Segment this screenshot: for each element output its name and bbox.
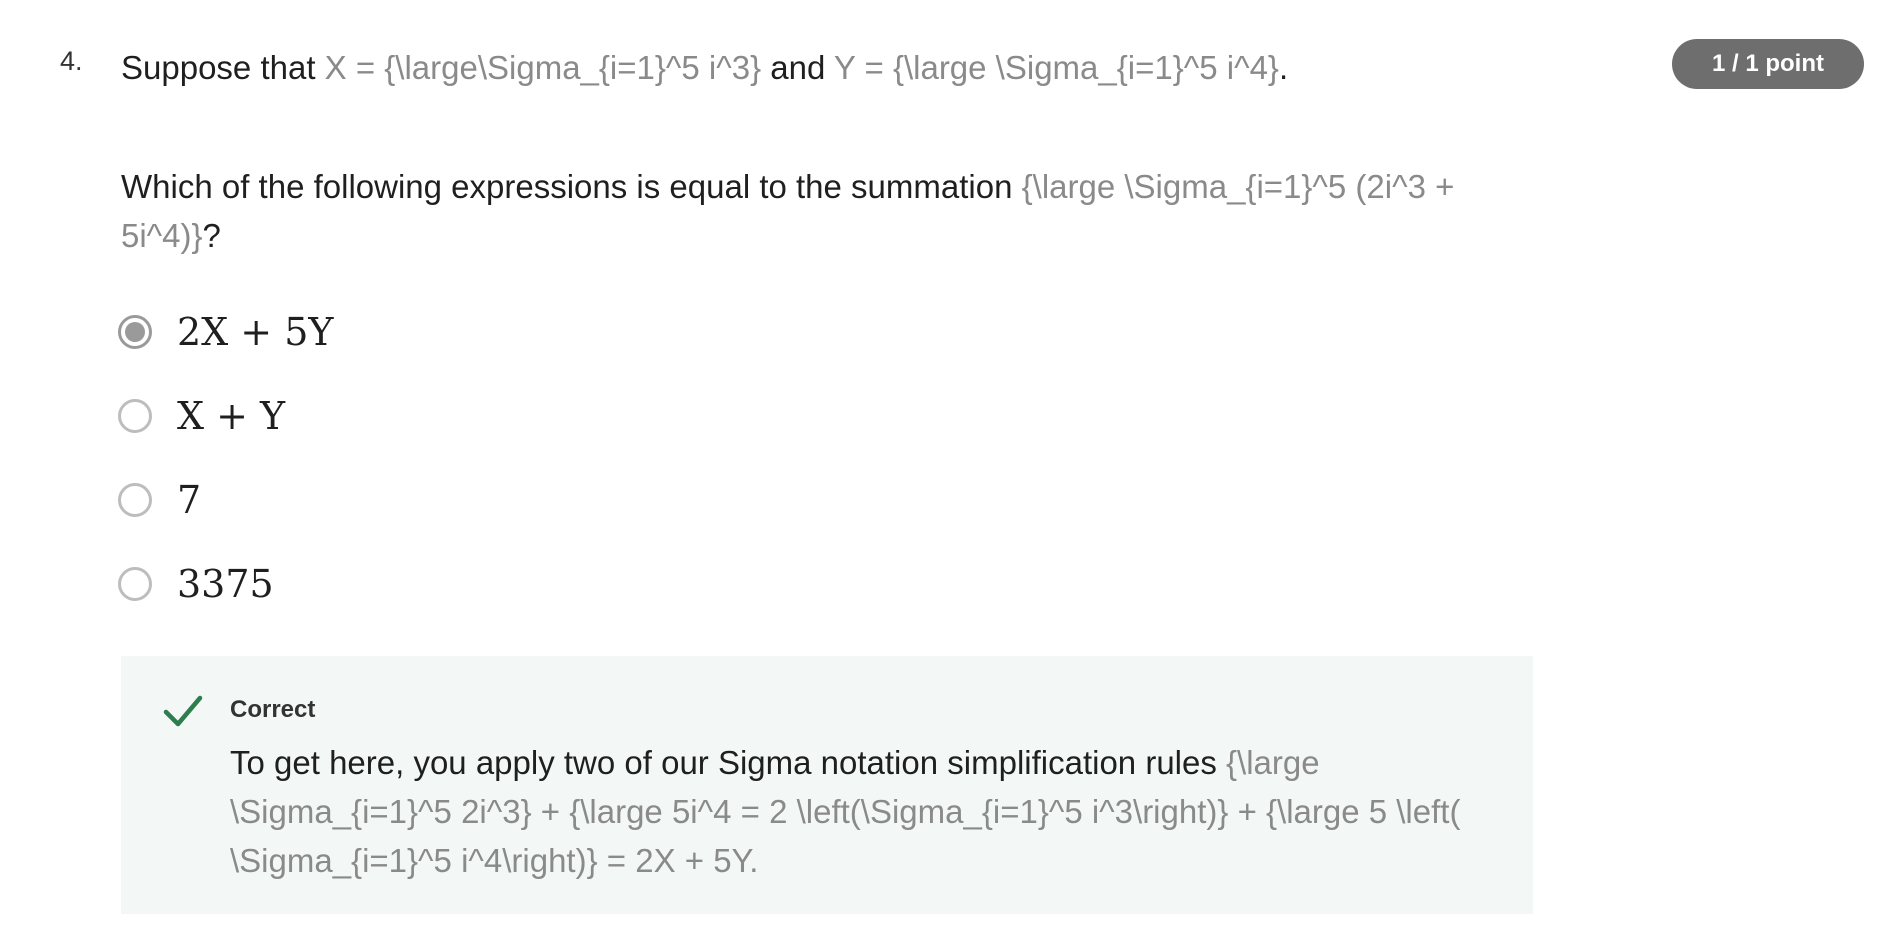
checkmark-icon [163,695,203,727]
subprompt-text-1: Which of the following expressions is eq… [121,168,1022,205]
prompt-text-3: . [1278,49,1289,86]
feedback-title: Correct [230,696,316,723]
prompt-y-expression: Y = {\large \Sigma_{i=1}^5 i^4} [833,49,1279,86]
prompt-x-expression: X = {\large\Sigma_{i=1}^5 i^3} [324,49,762,86]
question-number: 4. [60,46,83,76]
question-subprompt: Which of the following expressions is eq… [121,162,1521,260]
feedback-panel: Correct To get here, you apply two of ou… [121,656,1533,914]
option-7[interactable]: 7 [118,458,334,542]
option-3375[interactable]: 3375 [118,542,334,626]
option-label: 3375 [177,562,274,606]
option-label: X + Y [177,394,286,438]
question-prompt: Suppose that X = {\large\Sigma_{i=1}^5 i… [121,44,1561,92]
option-2x-plus-5y[interactable]: 2X + 5Y [118,290,334,374]
option-label: 2X + 5Y [177,310,334,354]
prompt-text-1: Suppose that [121,49,325,86]
radio-button[interactable] [118,483,152,517]
radio-dot [125,322,145,342]
subprompt-text-2: ? [202,217,221,254]
radio-button[interactable] [118,567,152,601]
option-x-plus-y[interactable]: X + Y [118,374,334,458]
points-badge: 1 / 1 point [1672,39,1864,89]
radio-button[interactable] [118,399,152,433]
prompt-text-2: and [761,49,834,86]
answer-options: 2X + 5Y X + Y 7 3375 [118,290,334,626]
feedback-explanation: To get here, you apply two of our Sigma … [230,738,1510,885]
feedback-text-1: To get here, you apply two of our Sigma … [230,744,1227,781]
radio-button-selected[interactable] [118,315,152,349]
option-label: 7 [177,478,202,522]
